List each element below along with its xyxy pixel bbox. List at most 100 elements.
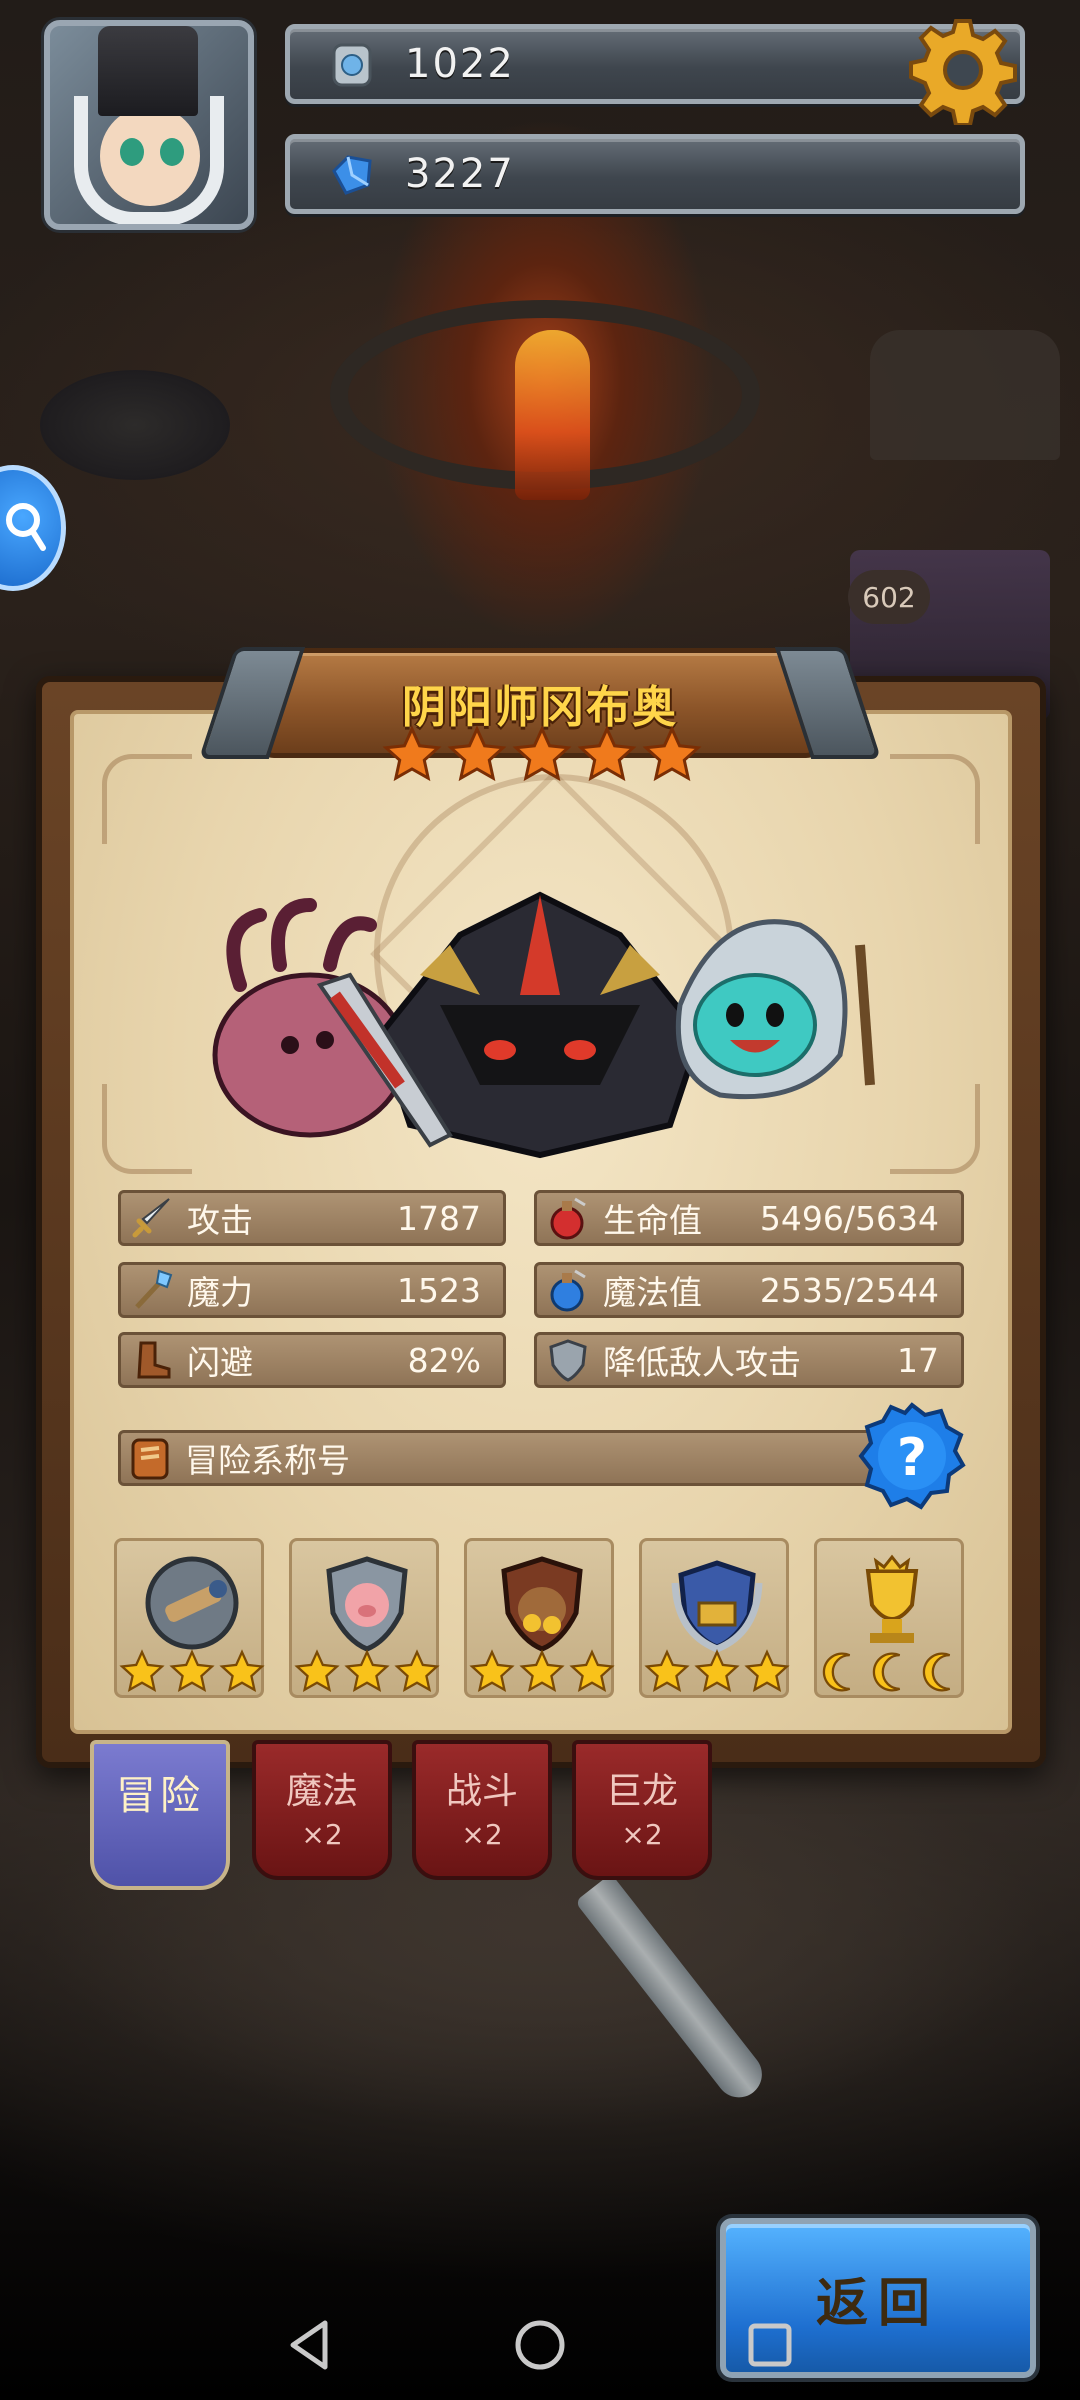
system-navigation-bar bbox=[0, 2290, 1080, 2400]
red-potion-icon bbox=[543, 1193, 593, 1243]
magic-label: 魔力 bbox=[187, 1273, 253, 1312]
star-icon bbox=[577, 725, 637, 782]
star-icon bbox=[394, 1649, 440, 1693]
circle-home-icon bbox=[515, 2320, 565, 2370]
mp-value: 2535/2544 bbox=[759, 1270, 939, 1310]
attack-stat: 攻击 1787 bbox=[118, 1190, 506, 1246]
armored-knight-creature bbox=[316, 891, 704, 1159]
map-badge: 602 bbox=[848, 570, 930, 624]
treasure-laurel-emblem-icon bbox=[671, 1560, 763, 1653]
tab-magic-count: ×2 bbox=[301, 1817, 343, 1851]
corner-flourish bbox=[890, 1084, 980, 1174]
achievement-moons bbox=[819, 1649, 965, 1695]
magic-value: 1523 bbox=[397, 1270, 481, 1310]
star-icon bbox=[382, 725, 442, 782]
boot-icon bbox=[127, 1335, 177, 1385]
achievement-slot-4[interactable] bbox=[639, 1538, 790, 1698]
avatar-hat bbox=[98, 26, 198, 116]
star-icon bbox=[119, 1649, 165, 1693]
question-badge-icon: ? bbox=[858, 1402, 966, 1510]
achievement-slot-5[interactable] bbox=[814, 1538, 964, 1698]
avatar-eye bbox=[160, 138, 184, 166]
achievement-slot-2[interactable] bbox=[289, 1538, 440, 1698]
tab-dragon[interactable]: 巨龙 ×2 bbox=[572, 1740, 712, 1880]
damage-reduction-label: 降低敌人攻击 bbox=[603, 1343, 801, 1382]
achievement-stars bbox=[469, 1649, 615, 1695]
tab-magic[interactable]: 魔法 ×2 bbox=[252, 1740, 392, 1880]
adventure-title-bar[interactable]: 冒险系称号 bbox=[118, 1430, 888, 1486]
staff-icon bbox=[127, 1265, 177, 1315]
star-icon bbox=[344, 1649, 390, 1693]
star-icon bbox=[447, 725, 507, 782]
hero-star-rating bbox=[382, 725, 702, 789]
nav-back-button[interactable] bbox=[275, 2310, 345, 2380]
tab-battle[interactable]: 战斗 ×2 bbox=[412, 1740, 552, 1880]
hero-party-art bbox=[212, 891, 875, 1159]
mp-stat: 魔法值 2535/2544 bbox=[534, 1262, 964, 1318]
silver-stone-icon bbox=[332, 43, 372, 87]
dodge-stat: 闪避 82% bbox=[118, 1332, 506, 1388]
gem-count: 3227 bbox=[405, 151, 515, 197]
star-icon bbox=[694, 1649, 740, 1693]
achievement-stars bbox=[294, 1649, 440, 1695]
star-icon bbox=[469, 1649, 515, 1693]
corner-flourish bbox=[102, 754, 192, 844]
achievement-stars bbox=[644, 1649, 790, 1695]
corner-flourish bbox=[102, 1084, 192, 1174]
star-icon bbox=[642, 725, 702, 782]
star-icon bbox=[294, 1649, 340, 1693]
mp-label: 魔法值 bbox=[603, 1273, 702, 1312]
magic-stat: 魔力 1523 bbox=[118, 1262, 506, 1318]
nav-home-button[interactable] bbox=[505, 2310, 575, 2380]
star-icon bbox=[569, 1649, 615, 1693]
dodge-value: 82% bbox=[407, 1340, 481, 1380]
crescent-moon-icon bbox=[872, 1652, 901, 1692]
square-recents-icon bbox=[748, 2323, 792, 2367]
shield-icon bbox=[543, 1335, 593, 1385]
adventure-title-label: 冒险系称号 bbox=[185, 1441, 350, 1480]
attack-value: 1787 bbox=[397, 1198, 481, 1238]
damage-reduction-stat: 降低敌人攻击 17 bbox=[534, 1332, 964, 1388]
gem-resource-bar: 3227 bbox=[285, 134, 1025, 214]
player-avatar[interactable] bbox=[44, 20, 254, 230]
coal-pile-decor bbox=[40, 370, 230, 480]
triangle-back-icon bbox=[290, 2320, 328, 2370]
achievement-slot-3[interactable] bbox=[464, 1538, 615, 1698]
star-icon bbox=[219, 1649, 265, 1693]
corner-flourish bbox=[890, 754, 980, 844]
settings-button[interactable] bbox=[905, 12, 1020, 127]
dodge-label: 闪避 bbox=[187, 1343, 253, 1382]
sword-icon bbox=[127, 1193, 177, 1243]
star-icon bbox=[169, 1649, 215, 1693]
achievement-slot-1[interactable] bbox=[114, 1538, 265, 1698]
teal-sorcerer-creature bbox=[675, 919, 875, 1100]
nav-recents-button[interactable] bbox=[735, 2310, 805, 2380]
magnifier-icon bbox=[6, 503, 46, 551]
svg-text:?: ? bbox=[897, 1428, 927, 1488]
tab-battle-count: ×2 bbox=[461, 1817, 503, 1851]
scroll-icon bbox=[125, 1432, 177, 1484]
tab-battle-label: 战斗 bbox=[445, 1771, 518, 1812]
tab-dragon-count: ×2 bbox=[621, 1817, 663, 1851]
molten-lava-decor bbox=[515, 330, 590, 500]
star-icon bbox=[512, 725, 572, 782]
blue-gem-icon bbox=[332, 155, 372, 195]
star-icon bbox=[644, 1649, 690, 1693]
crescent-moon-icon bbox=[922, 1652, 951, 1692]
hp-stat: 生命值 5496/5634 bbox=[534, 1190, 964, 1246]
tab-dragon-label: 巨龙 bbox=[605, 1771, 678, 1812]
coin-bag-emblem-icon bbox=[501, 1556, 583, 1652]
help-button[interactable]: ? bbox=[856, 1400, 968, 1512]
hp-label: 生命值 bbox=[603, 1201, 702, 1240]
golden-trophy-emblem-icon bbox=[865, 1554, 919, 1643]
telescope-emblem-icon bbox=[145, 1556, 239, 1650]
tab-adventure-label: 冒险 bbox=[116, 1773, 204, 1819]
star-icon bbox=[519, 1649, 565, 1693]
tab-adventure[interactable]: 冒险 bbox=[90, 1740, 230, 1890]
avatar-face bbox=[100, 106, 200, 206]
star-icon bbox=[744, 1649, 790, 1693]
avatar-eye bbox=[120, 138, 144, 166]
hp-value: 5496/5634 bbox=[759, 1198, 939, 1238]
tab-magic-label: 魔法 bbox=[285, 1771, 358, 1812]
pig-shield-emblem-icon bbox=[326, 1556, 408, 1652]
